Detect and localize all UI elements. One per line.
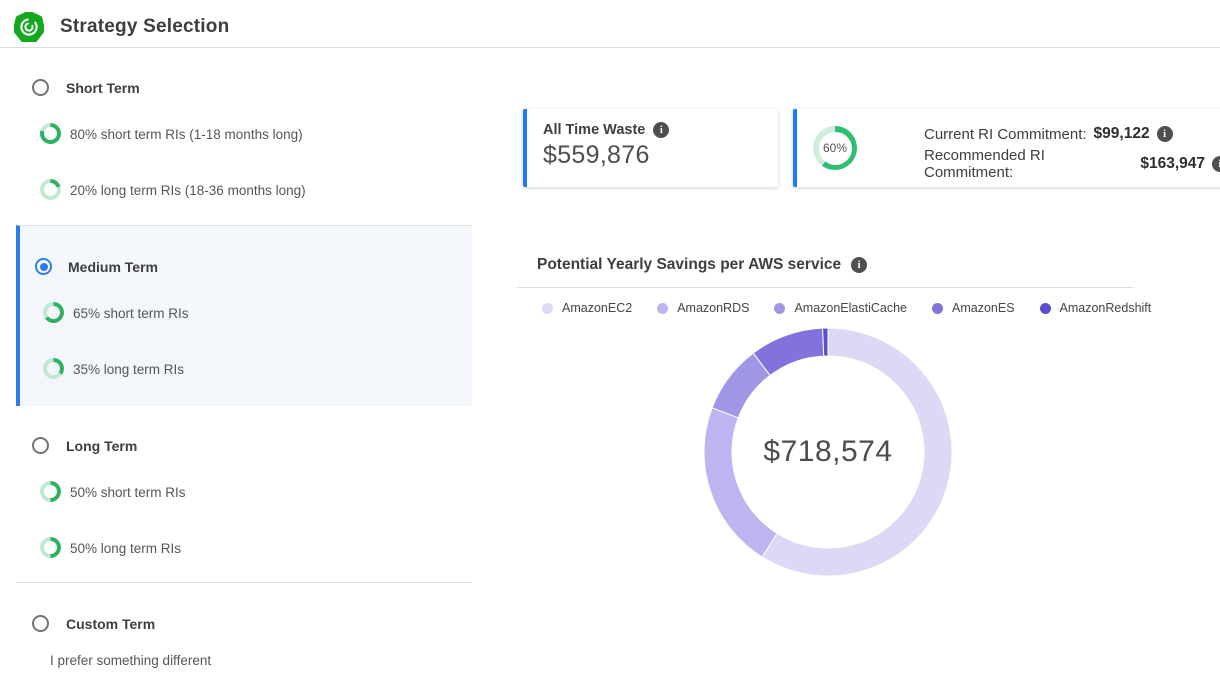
commitment-gauge: 60%	[813, 126, 857, 170]
donut-segment-amazonredshift[interactable]	[823, 328, 828, 356]
progress-ring-35	[43, 358, 64, 379]
option-label: 65% short term RIs	[73, 303, 189, 324]
radio-custom-term[interactable]	[32, 615, 49, 632]
legend-item-amazonrds[interactable]: AmazonRDS	[657, 301, 749, 315]
legend-dot	[932, 303, 943, 314]
legend-dot	[542, 303, 553, 314]
legend-item-amazonec2[interactable]: AmazonEC2	[542, 301, 632, 315]
commitment-gauge-value: 60%	[813, 126, 857, 170]
all-time-waste-label: All Time Waste	[543, 122, 645, 138]
info-icon[interactable]: i	[653, 122, 669, 138]
custom-term-description: I prefer something different	[50, 652, 211, 669]
info-icon[interactable]: i	[1212, 156, 1220, 172]
info-icon[interactable]: i	[1157, 126, 1173, 142]
strategy-label-medium-term[interactable]: Medium Term	[68, 259, 158, 276]
all-time-waste-value: $559,876	[543, 141, 762, 170]
strategy-label-long-term[interactable]: Long Term	[66, 438, 137, 455]
legend-dot	[1040, 303, 1051, 314]
donut-segment-amazonrds[interactable]	[704, 408, 777, 557]
legend-dot	[657, 303, 668, 314]
ri-commitment-card: 60% Current RI Commitment: $99,122 i Rec…	[793, 109, 1220, 187]
donut-segment-amazonec2[interactable]	[762, 328, 952, 576]
option-label: 20% long term RIs (18-36 months long)	[70, 180, 306, 201]
chart-legend: AmazonEC2 AmazonRDS AmazonElastiCache Am…	[542, 301, 1151, 315]
page-title: Strategy Selection	[60, 16, 229, 38]
radio-short-term[interactable]	[32, 79, 49, 96]
option-label: 50% long term RIs	[70, 538, 181, 559]
legend-label: AmazonEC2	[562, 301, 632, 315]
strategy-label-custom-term[interactable]: Custom Term	[66, 616, 155, 633]
legend-item-amazonredshift[interactable]: AmazonRedshift	[1040, 301, 1152, 315]
header-divider	[0, 47, 1220, 48]
strategy-selection-page: Strategy Selection Short Term 80% short …	[0, 0, 1220, 691]
chart-title: Potential Yearly Savings per AWS service	[537, 256, 841, 274]
legend-label: AmazonRedshift	[1060, 301, 1152, 315]
recommended-commitment-row: Recommended RI Commitment: $163,947 i	[924, 153, 1220, 175]
progress-ring-50-short	[40, 481, 61, 502]
recommended-commitment-value: $163,947	[1140, 155, 1205, 173]
app-logo-icon	[14, 12, 44, 42]
info-icon[interactable]: i	[851, 257, 867, 273]
chart-divider	[517, 287, 1133, 288]
progress-ring-80	[40, 123, 61, 144]
all-time-waste-card: All Time Waste i $559,876	[523, 109, 778, 187]
radio-long-term[interactable]	[32, 437, 49, 454]
current-commitment-row: Current RI Commitment: $99,122 i	[924, 123, 1220, 145]
progress-ring-20	[40, 179, 61, 200]
current-commitment-value: $99,122	[1094, 125, 1150, 143]
strategy-label-short-term[interactable]: Short Term	[66, 80, 140, 97]
legend-item-amazones[interactable]: AmazonES	[932, 301, 1015, 315]
progress-ring-65	[43, 302, 64, 323]
radio-medium-term[interactable]	[35, 258, 52, 275]
current-commitment-label: Current RI Commitment:	[924, 126, 1087, 143]
recommended-commitment-label: Recommended RI Commitment:	[924, 147, 1133, 181]
option-label: 50% short term RIs	[70, 482, 186, 503]
legend-item-amazonelasticache[interactable]: AmazonElastiCache	[774, 301, 907, 315]
legend-label: AmazonES	[952, 301, 1015, 315]
section-divider	[16, 582, 472, 583]
option-label: 35% long term RIs	[73, 359, 184, 380]
legend-label: AmazonElastiCache	[794, 301, 907, 315]
legend-dot	[774, 303, 785, 314]
progress-ring-50-long	[40, 537, 61, 558]
legend-label: AmazonRDS	[677, 301, 749, 315]
option-label: 80% short term RIs (1-18 months long)	[70, 124, 303, 145]
donut-chart[interactable]	[698, 322, 958, 582]
